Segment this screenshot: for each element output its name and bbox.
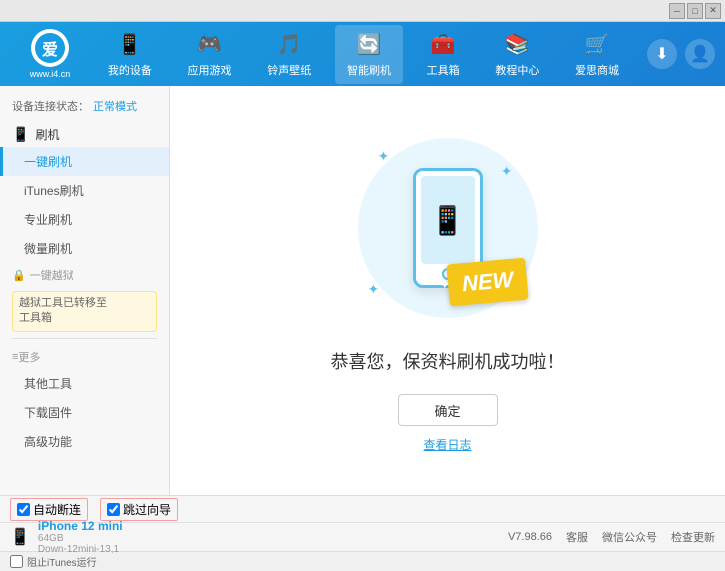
more-section-header: ≡ 更多 (0, 345, 169, 369)
ribbon-star-right: ✦ (526, 272, 535, 284)
logo-inner: 爱 (35, 33, 65, 63)
checkbox-autodisconnect: 自动断连 (10, 498, 88, 521)
device-info: 📱 iPhone 12 mini 64GB Down-12mini-13,1 (10, 519, 123, 555)
minimize-button[interactable]: ─ (669, 3, 685, 19)
close-button[interactable]: ✕ (705, 3, 721, 19)
nav-toolbox-label: 工具箱 (427, 62, 460, 78)
main-layout: 设备连接状态： 正常模式 📱 刷机 一键刷机 iTunes刷机 专业刷机 微量刷… (0, 86, 725, 495)
sidebar-item-other-tools[interactable]: 其他工具 (0, 369, 169, 398)
flash-section-icon: 📱 (12, 126, 29, 143)
itunes-status-text: 阻止iTunes运行 (27, 554, 97, 569)
nav-smart-flash[interactable]: 🔄 智能刷机 (335, 25, 403, 84)
ringtones-icon: 🎵 (275, 31, 303, 59)
itunes-flash-label: iTunes刷机 (24, 182, 84, 199)
sidebar-divider (12, 338, 157, 339)
logo-icon: 爱 (31, 29, 69, 67)
device-details: iPhone 12 mini 64GB Down-12mini-13,1 (38, 519, 123, 555)
content-area: 📱 ✦ NEW ✦ ✦ ✦ ✦ 恭喜您，保资料刷机成功啦！ 确定 查看日志 (170, 86, 725, 495)
other-tools-label: 其他工具 (24, 375, 72, 392)
tutorial-icon: 📚 (503, 31, 531, 59)
sidebar-item-one-click-flash[interactable]: 一键刷机 (0, 147, 169, 176)
customer-service-link[interactable]: 客服 (566, 529, 588, 545)
sidebar-item-download-firmware[interactable]: 下载固件 (0, 398, 169, 427)
sidebar-item-micro-flash[interactable]: 微量刷机 (0, 234, 169, 263)
sparkle-3: ✦ (368, 281, 380, 298)
sidebar: 设备连接状态： 正常模式 📱 刷机 一键刷机 iTunes刷机 专业刷机 微量刷… (0, 86, 170, 495)
bottom-right: V7.98.66 客服 微信公众号 检查更新 (508, 529, 715, 545)
new-badge-text: NEW (461, 267, 514, 296)
check-update-link[interactable]: 检查更新 (671, 529, 715, 545)
notice-box: 越狱工具已转移至工具箱 (12, 291, 157, 332)
sparkle-2: ✦ (501, 163, 513, 180)
maximize-button[interactable]: □ (687, 3, 703, 19)
micro-flash-label: 微量刷机 (24, 240, 72, 257)
header: 爱 www.i4.cn 📱 我的设备 🎮 应用游戏 🎵 铃声壁纸 🔄 智能刷机 … (0, 22, 725, 86)
nav-my-device-label: 我的设备 (108, 62, 152, 78)
phone-screen: 📱 (421, 176, 475, 264)
toolbox-icon: 🧰 (429, 31, 457, 59)
skipwizard-checkbox[interactable] (107, 503, 120, 516)
app-games-icon: 🎮 (196, 31, 224, 59)
device-storage: 64GB (38, 533, 123, 544)
nav-mall[interactable]: 🛒 爱思商城 (563, 25, 631, 84)
my-device-icon: 📱 (116, 31, 144, 59)
window-controls: ─ □ ✕ (669, 3, 721, 19)
autodisconnect-label: 自动断连 (33, 501, 81, 518)
nav-app-games[interactable]: 🎮 应用游戏 (176, 25, 244, 84)
success-illustration: 📱 ✦ NEW ✦ ✦ ✦ ✦ (348, 128, 548, 328)
pro-flash-label: 专业刷机 (24, 211, 72, 228)
connection-status: 设备连接状态： 正常模式 (0, 94, 169, 122)
nav-tutorial[interactable]: 📚 教程中心 (483, 25, 551, 84)
status-label: 设备连接状态： (12, 98, 89, 114)
bottom-section: 自动断连 跳过向导 📱 iPhone 12 mini 64GB Down-12m… (0, 495, 725, 551)
new-ribbon: ✦ NEW ✦ (448, 261, 527, 303)
autodisconnect-checkbox[interactable] (17, 503, 30, 516)
locked-jailbreak: 🔒 一键越狱 (0, 263, 169, 287)
logo-url: www.i4.cn (30, 69, 71, 79)
nav-my-device[interactable]: 📱 我的设备 (96, 25, 164, 84)
ribbon-star-left: ✦ (440, 280, 449, 292)
nav-mall-label: 爱思商城 (575, 62, 619, 78)
nav-ringtones-label: 铃声壁纸 (267, 62, 311, 78)
checkbox-skipwizard: 跳过向导 (100, 498, 178, 521)
sidebar-flash-header[interactable]: 📱 刷机 (0, 122, 169, 147)
mall-icon: 🛒 (583, 31, 611, 59)
ribbon-badge: ✦ NEW ✦ (446, 258, 529, 307)
confirm-button[interactable]: 确定 (398, 394, 498, 426)
sidebar-item-pro-flash[interactable]: 专业刷机 (0, 205, 169, 234)
user-button[interactable]: 👤 (685, 39, 715, 69)
itunes-checkbox[interactable] (10, 555, 23, 568)
nav-ringtones[interactable]: 🎵 铃声壁纸 (255, 25, 323, 84)
locked-label: 一键越狱 (30, 267, 74, 283)
notice-text: 越狱工具已转移至工具箱 (19, 297, 107, 324)
nav-tutorial-label: 教程中心 (495, 62, 539, 78)
nav-app-games-label: 应用游戏 (188, 62, 232, 78)
sidebar-item-advanced[interactable]: 高级功能 (0, 427, 169, 456)
device-name: iPhone 12 mini (38, 519, 123, 533)
wechat-link[interactable]: 微信公众号 (602, 529, 657, 545)
download-firmware-label: 下载固件 (24, 404, 72, 421)
advanced-label: 高级功能 (24, 433, 72, 450)
success-message: 恭喜您，保资料刷机成功啦！ (331, 348, 565, 374)
status-bar: 📱 iPhone 12 mini 64GB Down-12mini-13,1 V… (0, 523, 725, 551)
header-right-buttons: ⬇ 👤 (647, 39, 715, 69)
download-button[interactable]: ⬇ (647, 39, 677, 69)
status-value: 正常模式 (93, 98, 137, 114)
nav-smart-flash-label: 智能刷机 (347, 62, 391, 78)
history-link[interactable]: 查看日志 (423, 436, 471, 453)
more-label: 更多 (18, 349, 40, 365)
sidebar-item-itunes-flash[interactable]: iTunes刷机 (0, 176, 169, 205)
sparkle-1: ✦ (378, 148, 390, 165)
device-icon: 📱 (10, 527, 30, 547)
lock-icon: 🔒 (12, 269, 26, 282)
one-click-flash-label: 一键刷机 (24, 153, 72, 170)
title-bar: ─ □ ✕ (0, 0, 725, 22)
version-text: V7.98.66 (508, 531, 552, 543)
nav-toolbox[interactable]: 🧰 工具箱 (415, 25, 472, 84)
flash-section-label: 刷机 (35, 126, 59, 143)
nav-bar: 📱 我的设备 🎮 应用游戏 🎵 铃声壁纸 🔄 智能刷机 🧰 工具箱 📚 教程中心… (90, 25, 637, 84)
logo[interactable]: 爱 www.i4.cn (10, 29, 90, 79)
smart-flash-icon: 🔄 (355, 31, 383, 59)
skipwizard-label: 跳过向导 (123, 501, 171, 518)
